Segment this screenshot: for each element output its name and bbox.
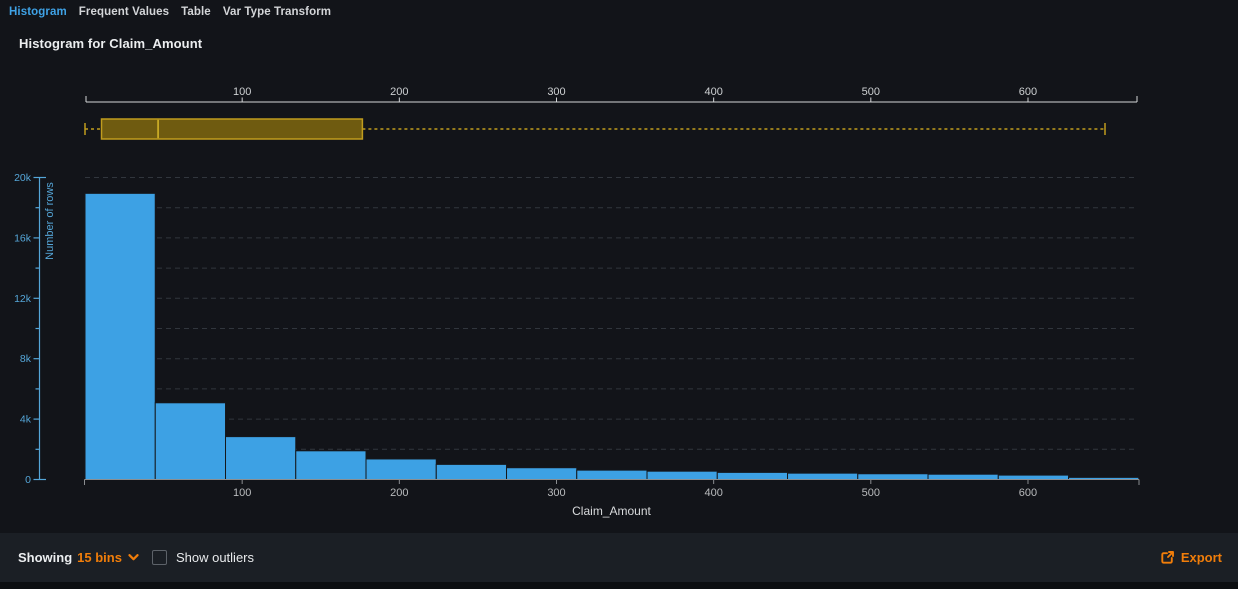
- export-button[interactable]: Export: [1160, 550, 1222, 565]
- y-axis: 0 4k 8k 12k 16k 20k Number of rows: [14, 172, 56, 486]
- show-outliers-checkbox[interactable]: [152, 550, 167, 565]
- svg-text:400: 400: [704, 487, 722, 499]
- svg-text:600: 600: [1019, 487, 1037, 499]
- footer-right-controls: Export: [1160, 550, 1222, 565]
- svg-text:100: 100: [233, 86, 251, 98]
- svg-text:20k: 20k: [14, 172, 32, 184]
- y-gridlines: [85, 178, 1138, 450]
- showing-label: Showing: [18, 550, 72, 565]
- export-icon: [1160, 550, 1175, 565]
- histogram-chart: 100 200 300 400 500 600 0 4k 8k 12k 16k 20k Number …: [0, 0, 1238, 533]
- svg-text:0: 0: [25, 474, 31, 486]
- svg-text:500: 500: [862, 86, 880, 98]
- svg-text:8k: 8k: [20, 353, 32, 365]
- svg-text:200: 200: [390, 86, 408, 98]
- svg-text:200: 200: [390, 487, 408, 499]
- svg-text:Number of rows: Number of rows: [44, 182, 56, 260]
- footer-bar: Showing 15 bins Show outliers Export: [0, 533, 1238, 582]
- svg-text:400: 400: [704, 86, 722, 98]
- svg-text:600: 600: [1019, 86, 1037, 98]
- bins-value: 15 bins: [77, 550, 122, 565]
- svg-text:300: 300: [547, 487, 565, 499]
- svg-text:4k: 4k: [20, 414, 32, 426]
- top-scale-axis: 100 200 300 400 500 600: [86, 86, 1137, 102]
- svg-text:16k: 16k: [14, 232, 32, 244]
- svg-text:100: 100: [233, 487, 251, 499]
- chevron-down-icon: [128, 554, 139, 561]
- svg-text:Claim_Amount: Claim_Amount: [572, 504, 651, 518]
- bottom-edge-strip: [0, 582, 1238, 589]
- svg-text:12k: 12k: [14, 293, 32, 305]
- histogram-bars: [85, 193, 1139, 479]
- x-axis: 100 200 300 400 500 600 Claim_Amount: [85, 480, 1140, 519]
- bins-dropdown[interactable]: 15 bins: [77, 550, 139, 565]
- footer-left-controls: Showing 15 bins Show outliers: [18, 550, 254, 565]
- show-outliers-label: Show outliers: [176, 550, 254, 565]
- export-label: Export: [1181, 550, 1222, 565]
- svg-text:500: 500: [862, 487, 880, 499]
- boxplot: [85, 119, 1105, 139]
- svg-text:300: 300: [547, 86, 565, 98]
